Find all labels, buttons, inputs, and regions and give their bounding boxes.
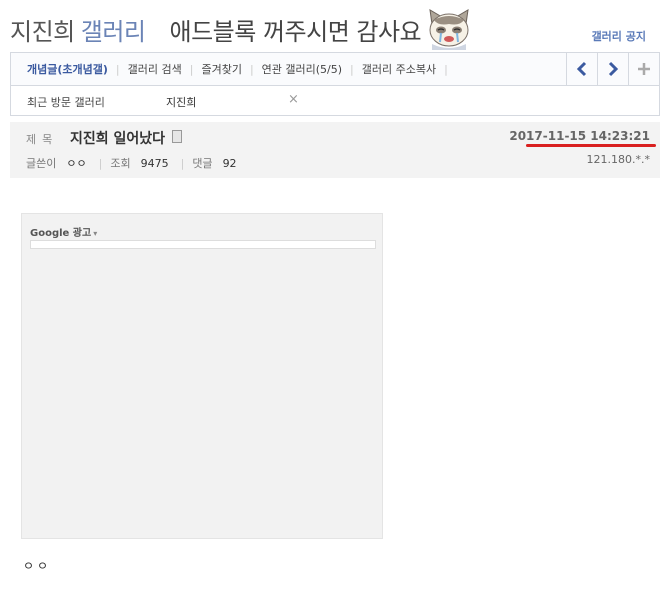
gallery-suffix[interactable]: 갤러리 — [81, 18, 146, 46]
post-meta: 글쓴이 ㅇㅇ | 조회 9475 | 댓글 92 — [26, 155, 249, 171]
gallery-notice-link[interactable]: 갤러리 공지 — [592, 28, 646, 44]
document-icon — [172, 130, 182, 143]
views-count: 9475 — [140, 156, 169, 170]
gallery-slogan: 애드블록 꺼주시면 감사요 — [169, 18, 422, 46]
gallery-nav-items: 개념글(초개념갤) | 갤러리 검색 | 즐겨찾기 | 연관 갤러리(5/5) … — [17, 53, 448, 85]
ad-label: Google 광고 ▾ — [30, 224, 97, 239]
nav-next-button[interactable] — [597, 53, 628, 85]
nav-separator: | — [444, 62, 448, 76]
google-ad-box[interactable]: Google 광고 ▾ — [21, 213, 383, 539]
nav-item-favorites[interactable]: 즐겨찾기 — [193, 61, 249, 77]
post-author[interactable]: ㅇㅇ — [66, 155, 86, 171]
comments-count[interactable]: 92 — [223, 157, 237, 170]
chevron-left-icon — [576, 61, 587, 77]
close-icon[interactable]: × — [288, 92, 299, 107]
gallery-name[interactable]: 지진희 — [10, 18, 75, 46]
nav-prev-button[interactable] — [566, 53, 597, 85]
nav-item-related[interactable]: 연관 갤러리(5/5) — [254, 61, 350, 77]
nav-item-copy-address[interactable]: 갤러리 주소복사 — [354, 61, 444, 77]
plus-icon — [638, 63, 650, 75]
recent-galleries-bar: 최근 방문 갤러리 지진희 × — [10, 86, 660, 116]
views-label: 조회 — [110, 157, 131, 170]
nav-item-search[interactable]: 갤러리 검색 — [120, 61, 190, 77]
subject-label: 제목 — [26, 133, 59, 146]
gallery-header: 지진희 갤러리 애드블록 꺼주시면 감사요 갤러리 공지 — [10, 6, 660, 50]
ad-label-text: Google 광고 — [30, 228, 92, 239]
author-ip: 121.180.*.* — [586, 153, 650, 166]
author-label: 글쓴이 — [26, 157, 57, 170]
meta-separator: | — [98, 156, 103, 170]
recent-gallery-link[interactable]: 지진희 — [166, 94, 196, 110]
nav-item-best[interactable]: 개념글(초개념갤) — [17, 61, 116, 77]
caret-down-icon: ▾ — [93, 229, 98, 238]
mascot-cat-image — [424, 6, 474, 50]
post-header: 제목 지진희 일어났다 2017-11-15 14:23:21 글쓴이 ㅇㅇ |… — [10, 122, 660, 178]
chevron-right-icon — [608, 61, 619, 77]
recent-galleries-label: 최근 방문 갤러리 — [27, 96, 105, 109]
post-date: 2017-11-15 14:23:21 — [509, 129, 650, 143]
date-highlight-underline — [526, 144, 656, 147]
comments-label: 댓글 — [192, 157, 213, 170]
gallery-title[interactable]: 지진희 갤러리 애드블록 꺼주시면 감사요 — [10, 12, 422, 47]
post-body-text: ㅇㅇ — [23, 559, 52, 573]
ad-content-bar — [30, 240, 376, 249]
post-subject: 지진희 일어났다 — [70, 131, 166, 147]
meta-separator: | — [180, 156, 185, 170]
nav-add-button[interactable] — [628, 53, 659, 85]
gallery-nav-bar: 개념글(초개념갤) | 갤러리 검색 | 즐겨찾기 | 연관 갤러리(5/5) … — [10, 52, 660, 86]
